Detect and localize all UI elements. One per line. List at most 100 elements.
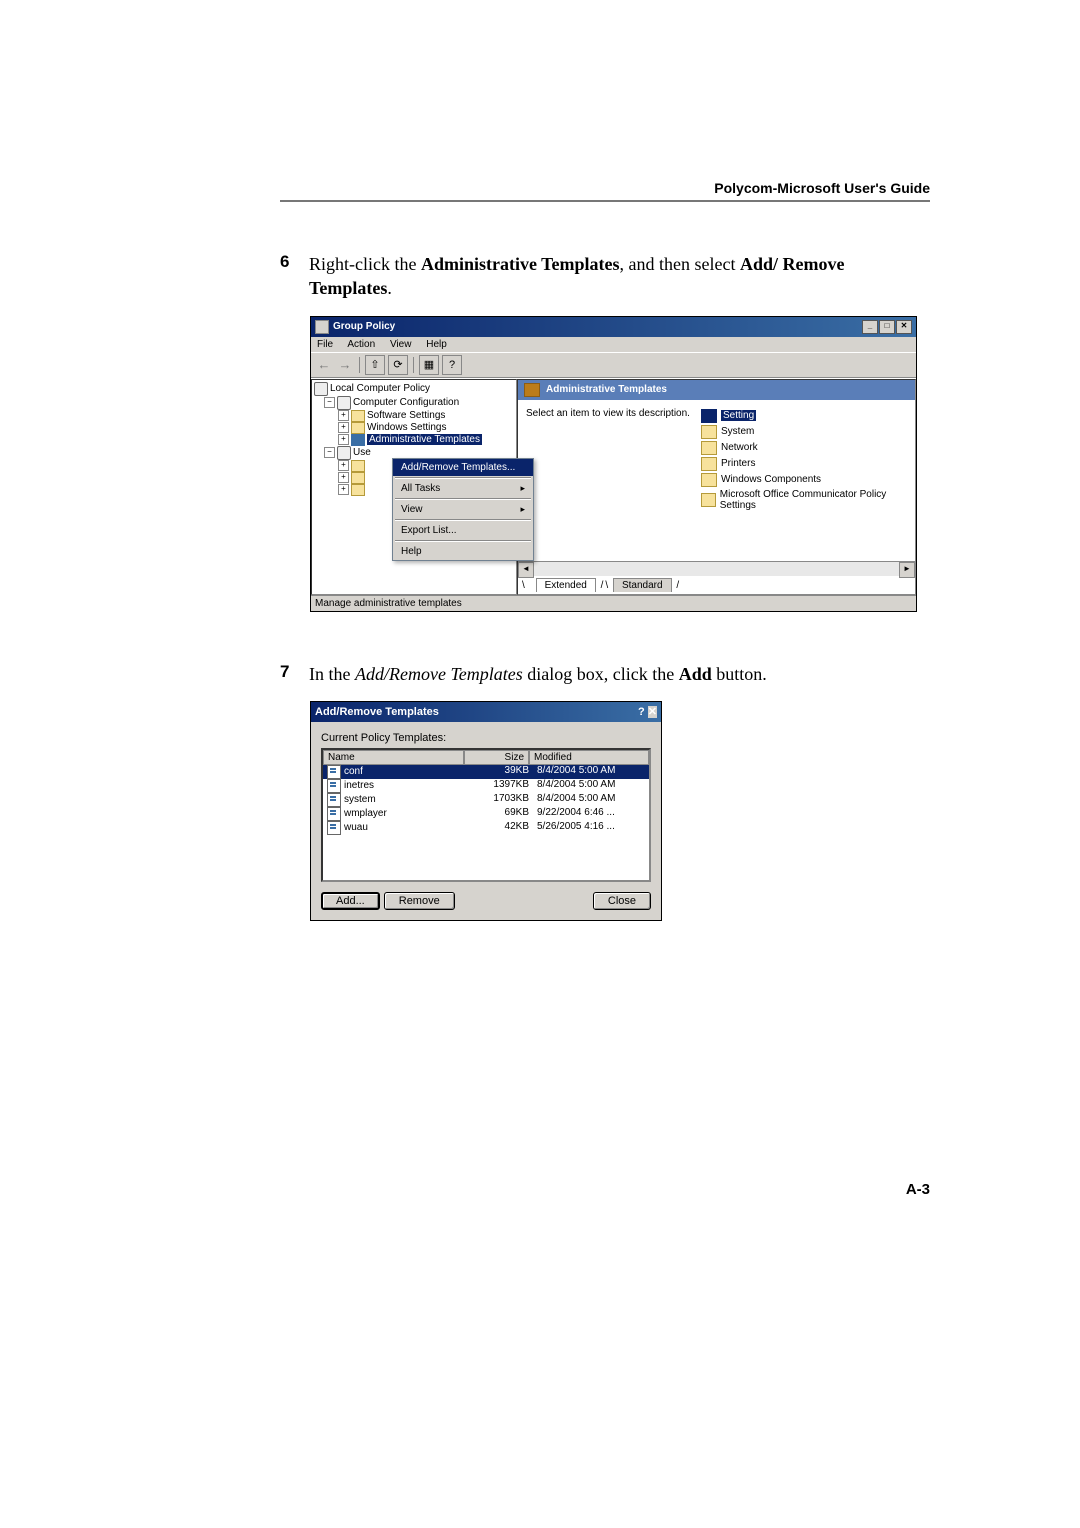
status-bar: Manage administrative templates	[311, 595, 916, 611]
ctx-view[interactable]: View	[393, 501, 533, 518]
ctx-help[interactable]: Help	[393, 543, 533, 560]
folder-icon	[701, 409, 717, 423]
details-panel: Administrative Templates Select an item …	[517, 379, 916, 595]
file-icon	[327, 779, 341, 793]
ctx-all-tasks[interactable]: All Tasks	[393, 480, 533, 497]
menubar: File Action View Help	[311, 337, 916, 352]
list-item[interactable]: wmplayer 69KB 9/22/2004 6:46 ...	[323, 807, 649, 821]
expand-icon[interactable]: −	[324, 397, 335, 408]
step-number-7: 7	[280, 662, 305, 682]
dialog-titlebar: Add/Remove Templates ? ✕	[311, 702, 661, 722]
add-button[interactable]: Add...	[321, 892, 380, 910]
expand-icon[interactable]: +	[338, 434, 349, 445]
list-item[interactable]: conf 39KB 8/4/2004 5:00 AM	[323, 765, 649, 779]
up-icon[interactable]: ⇧	[365, 355, 385, 375]
folder-icon	[351, 422, 365, 434]
context-menu: Add/Remove Templates... All Tasks View E…	[392, 458, 534, 561]
col-modified[interactable]: Modified	[529, 750, 649, 765]
menu-sep	[395, 519, 531, 521]
panel-header: Administrative Templates	[518, 380, 915, 400]
policy-icon	[314, 382, 328, 396]
list-item-ms-office-comm[interactable]: Microsoft Office Communicator Policy Set…	[701, 488, 907, 512]
list-item[interactable]: wuau 42KB 5/26/2005 4:16 ...	[323, 821, 649, 835]
list-item-system[interactable]: System	[701, 424, 907, 440]
remove-button[interactable]: Remove	[384, 892, 455, 910]
folder-icon	[351, 460, 365, 472]
help-icon[interactable]: ?	[442, 355, 462, 375]
expand-icon[interactable]: +	[338, 484, 349, 495]
list-item-network[interactable]: Network	[701, 440, 907, 456]
folder-icon	[701, 425, 717, 439]
tree-windows-settings[interactable]: + Windows Settings	[314, 422, 514, 434]
expand-icon[interactable]: +	[338, 410, 349, 421]
menu-sep	[395, 477, 531, 479]
tab-standard[interactable]: Standard	[613, 578, 672, 592]
forward-icon[interactable]: →	[336, 356, 354, 374]
close-icon[interactable]: ✕	[648, 706, 657, 718]
page-header: Polycom-Microsoft User's Guide	[280, 180, 930, 196]
add-remove-dialog: Add/Remove Templates ? ✕ Current Policy …	[310, 701, 662, 921]
tree-root[interactable]: Local Computer Policy	[314, 382, 514, 396]
h-scrollbar[interactable]: ◄ ►	[518, 561, 915, 576]
description-text: Select an item to view its description.	[526, 408, 691, 553]
tree-computer-config[interactable]: − Computer Configuration	[314, 396, 514, 410]
folder-icon	[351, 434, 365, 446]
close-icon[interactable]: ✕	[896, 320, 912, 334]
expand-icon[interactable]: +	[338, 472, 349, 483]
help-icon[interactable]: ?	[638, 706, 645, 718]
step-6-text: Right-click the Administrative Templates…	[309, 252, 889, 301]
window-title: Group Policy	[333, 321, 395, 332]
list-header: Name Size Modified	[323, 750, 649, 765]
folder-icon	[701, 493, 716, 507]
templates-list[interactable]: Name Size Modified conf 39KB 8/4/2004 5:…	[321, 748, 651, 882]
tab-extended[interactable]: Extended	[536, 578, 596, 592]
ctx-add-remove[interactable]: Add/Remove Templates...	[393, 459, 533, 476]
toolbar: ← → ⇧ ⟳ ▦ ?	[311, 352, 916, 378]
menu-view[interactable]: View	[390, 339, 412, 350]
maximize-icon[interactable]: □	[879, 320, 895, 334]
folder-icon	[701, 457, 717, 471]
app-icon	[315, 320, 329, 334]
folder-open-icon	[524, 383, 540, 397]
menu-help[interactable]: Help	[426, 339, 447, 350]
toolbar-sep	[359, 357, 360, 373]
list-item[interactable]: system 1703KB 8/4/2004 5:00 AM	[323, 793, 649, 807]
refresh-icon[interactable]: ⟳	[388, 355, 408, 375]
toolbar-sep	[413, 357, 414, 373]
col-size[interactable]: Size	[464, 750, 529, 765]
list-item-setting[interactable]: Setting	[701, 408, 907, 424]
back-icon[interactable]: ←	[315, 356, 333, 374]
list-item[interactable]: inetres 1397KB 8/4/2004 5:00 AM	[323, 779, 649, 793]
folder-icon	[351, 484, 365, 496]
folder-icon	[701, 441, 717, 455]
expand-icon[interactable]: +	[338, 460, 349, 471]
folder-icon	[351, 410, 365, 422]
expand-icon[interactable]: +	[338, 422, 349, 433]
config-icon	[337, 396, 351, 410]
file-icon	[327, 821, 341, 835]
menu-action[interactable]: Action	[347, 339, 375, 350]
folder-icon	[351, 472, 365, 484]
list-label: Current Policy Templates:	[321, 732, 651, 744]
list-item-printers[interactable]: Printers	[701, 456, 907, 472]
config-icon	[337, 446, 351, 460]
group-policy-window: Group Policy _ □ ✕ File Action View Help…	[310, 316, 917, 612]
file-icon	[327, 807, 341, 821]
minimize-icon[interactable]: _	[862, 320, 878, 334]
header-divider	[280, 200, 930, 202]
col-name[interactable]: Name	[323, 750, 464, 765]
titlebar: Group Policy _ □ ✕	[311, 317, 916, 337]
list-item-windows-components[interactable]: Windows Components	[701, 472, 907, 488]
ctx-export[interactable]: Export List...	[393, 522, 533, 539]
menu-sep	[395, 540, 531, 542]
file-icon	[327, 793, 341, 807]
menu-file[interactable]: File	[317, 339, 333, 350]
tree-admin-templates[interactable]: + Administrative Templates	[314, 434, 514, 446]
folder-icon	[701, 473, 717, 487]
close-button[interactable]: Close	[593, 892, 651, 910]
expand-icon[interactable]: −	[324, 447, 335, 458]
export-icon[interactable]: ▦	[419, 355, 439, 375]
tree-panel: Local Computer Policy − Computer Configu…	[311, 379, 517, 595]
view-tabs: \ Extended /\ Standard /	[518, 576, 915, 594]
tree-software-settings[interactable]: + Software Settings	[314, 410, 514, 422]
